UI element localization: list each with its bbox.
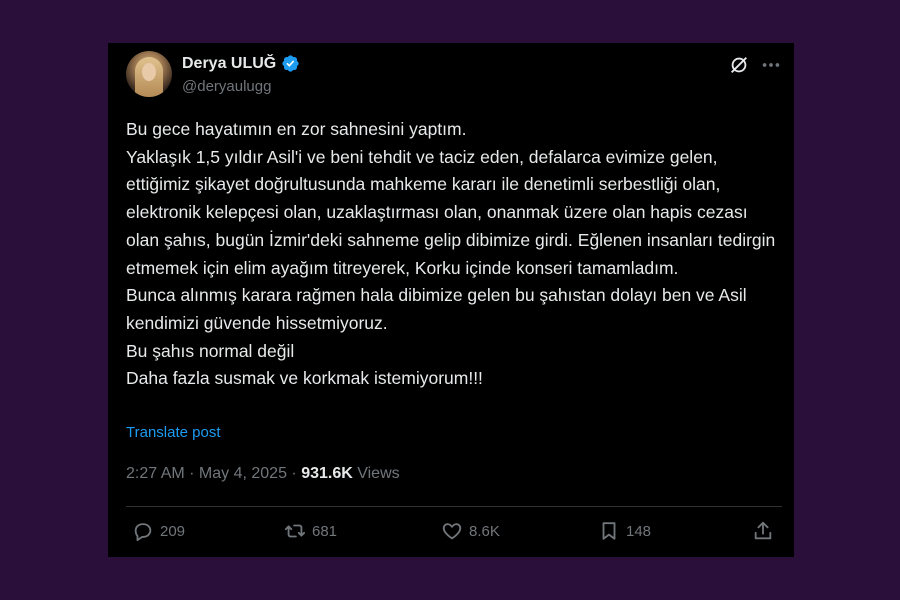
repost-icon xyxy=(284,524,306,538)
more-icon[interactable] xyxy=(760,54,782,76)
reply-button[interactable]: 209 xyxy=(132,520,185,542)
views-label: Views xyxy=(352,465,400,482)
post-meta: 2:27 AM · May 4, 2025 · 931.6K Views xyxy=(126,465,400,483)
reply-icon xyxy=(134,523,152,542)
verified-icon xyxy=(281,54,300,73)
bookmark-count: 148 xyxy=(626,522,652,540)
share-icon xyxy=(754,521,772,540)
like-count: 8.6K xyxy=(469,522,500,540)
grok-icon[interactable] xyxy=(728,54,750,76)
post-time[interactable]: 2:27 AM xyxy=(126,465,185,482)
post-text: Bu gece hayatımın en zor sahnesini yaptı… xyxy=(126,119,776,389)
repost-count: 681 xyxy=(312,522,338,540)
author-display-name[interactable]: Derya ULUĞ xyxy=(182,55,276,73)
author-handle[interactable]: @deryaulugg xyxy=(182,78,271,95)
post-date[interactable]: May 4, 2025 xyxy=(199,465,287,482)
action-bar: 209 681 8.6K 148 xyxy=(132,520,780,546)
repost-button[interactable]: 681 xyxy=(284,520,337,542)
meta-separator: · xyxy=(184,465,199,482)
translate-post-link[interactable]: Translate post xyxy=(126,424,221,441)
tweet-card: Derya ULUĞ @deryaulugg Bu gece hayatımın… xyxy=(108,43,794,557)
views-count: 931.6K xyxy=(301,465,353,482)
divider xyxy=(126,506,782,507)
share-button[interactable] xyxy=(752,520,774,542)
meta-separator: · xyxy=(286,465,302,482)
bookmark-icon xyxy=(602,522,616,540)
like-icon xyxy=(442,523,462,540)
like-button[interactable]: 8.6K xyxy=(441,520,500,542)
reply-count: 209 xyxy=(160,522,186,540)
bookmark-button[interactable]: 148 xyxy=(598,520,651,542)
avatar[interactable] xyxy=(126,51,172,97)
author-name-row: Derya ULUĞ xyxy=(182,54,300,73)
